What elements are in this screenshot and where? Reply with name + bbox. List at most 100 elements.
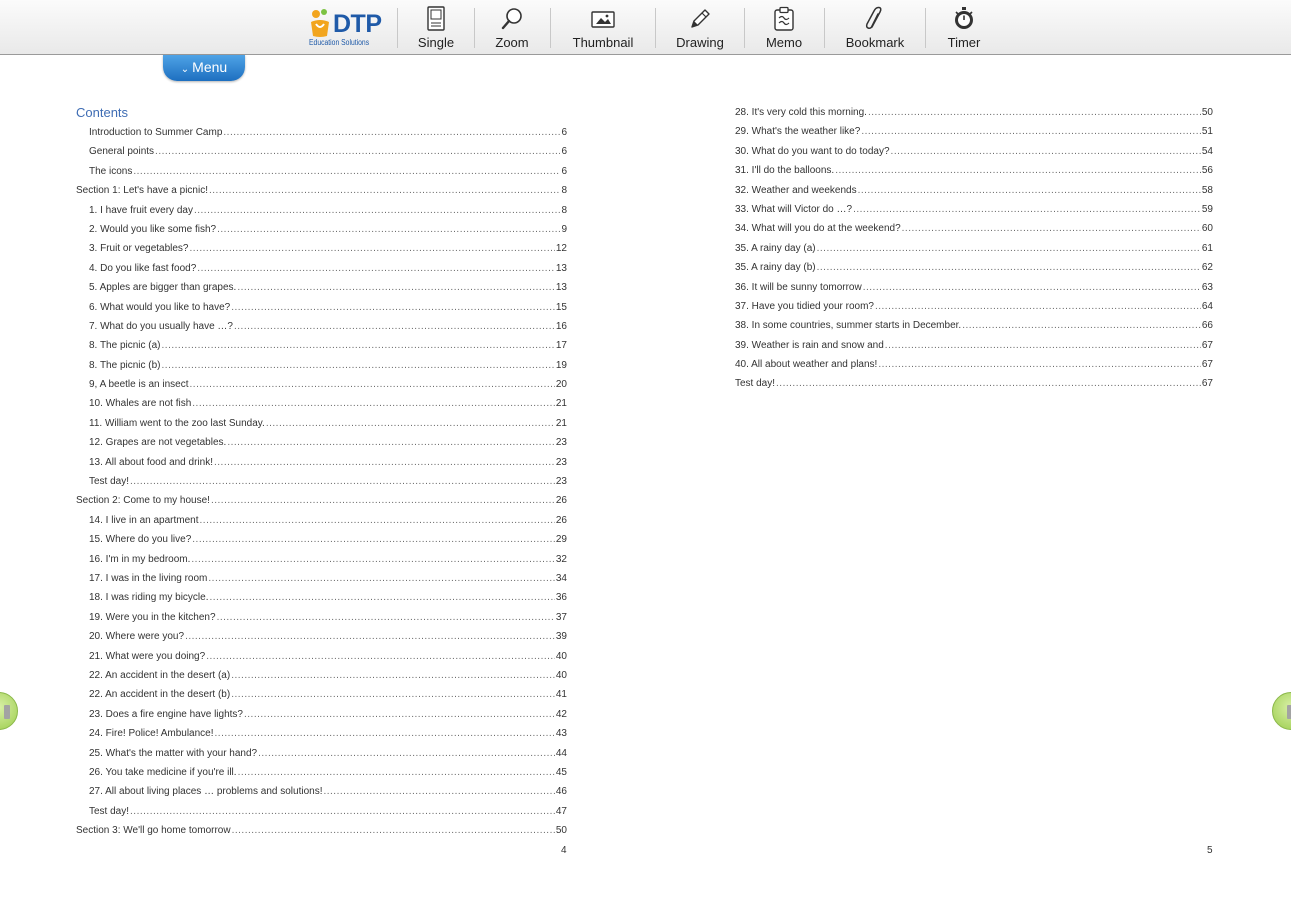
toc-entry[interactable]: 21. What were you doing? 40: [76, 647, 567, 666]
toc-entry-title: 32. Weather and weekends: [735, 184, 857, 196]
toc-entry-page: 62: [1201, 262, 1213, 274]
toc-dot-leader: [217, 220, 560, 239]
toc-entry[interactable]: 39. Weather is rain and snow and 67: [735, 336, 1213, 355]
toc-entry[interactable]: 15. Where do you live? 29: [76, 530, 567, 549]
toc-entry[interactable]: 17. I was in the living room 34: [76, 569, 567, 588]
bookmark-button[interactable]: Bookmark: [840, 4, 910, 52]
single-page-button[interactable]: Single: [410, 4, 462, 52]
toc-dot-leader: [209, 181, 560, 200]
next-page-button[interactable]: [1272, 692, 1291, 730]
toc-entry[interactable]: 5. Apples are bigger than grapes. 13: [76, 278, 567, 297]
toc-entry[interactable]: 31. I'll do the balloons. 56: [735, 161, 1213, 180]
toc-entry-page: 47: [555, 805, 567, 817]
toc-entry[interactable]: 10. Whales are not fish 21: [76, 394, 567, 413]
toc-entry[interactable]: 14. I live in an apartment 26: [76, 511, 567, 530]
toc-entry[interactable]: 25. What's the matter with your hand? 44: [76, 744, 567, 763]
toc-entry[interactable]: 22. An accident in the desert (b) 41: [76, 685, 567, 704]
toc-entry[interactable]: 22. An accident in the desert (a) 40: [76, 666, 567, 685]
toc-dot-leader: [244, 705, 555, 724]
toc-entry-page: 9: [561, 223, 567, 235]
toc-entry[interactable]: Test day! 47: [76, 802, 567, 821]
toc-entry[interactable]: 2. Would you like some fish? 9: [76, 220, 567, 239]
toc-entry[interactable]: 18. I was riding my bicycle. 36: [76, 588, 567, 607]
toc-entry[interactable]: 35. A rainy day (a) 61: [735, 239, 1213, 258]
toc-entry[interactable]: 30. What do you want to do today? 54: [735, 142, 1213, 161]
toc-entry[interactable]: Test day! 67: [735, 374, 1213, 393]
toc-entry[interactable]: Section 2: Come to my house! 26: [76, 491, 567, 510]
toc-dot-leader: [191, 550, 554, 569]
toc-entry-page: 26: [555, 495, 567, 507]
toc-entry[interactable]: 7. What do you usually have …? 16: [76, 317, 567, 336]
toc-entry-page: 42: [555, 708, 567, 720]
toc-dot-leader: [190, 239, 555, 258]
toc-dot-leader: [185, 627, 555, 646]
toc-entry-title: 8. The picnic (a): [89, 340, 161, 352]
toc-entry[interactable]: Section 3: We'll go home tomorrow 50: [76, 821, 567, 840]
toc-entry[interactable]: 40. All about weather and plans! 67: [735, 355, 1213, 374]
timer-button[interactable]: Timer: [942, 4, 986, 52]
toc-entry[interactable]: 4. Do you like fast food? 13: [76, 259, 567, 278]
toc-entry-title: 28. It's very cold this morning.: [735, 107, 867, 118]
toc-dot-leader: [875, 297, 1201, 316]
toc-dot-leader: [238, 763, 555, 782]
toc-dot-leader: [210, 588, 555, 607]
single-page-icon: [427, 6, 445, 31]
toc-entry[interactable]: 36. It will be sunny tomorrow 63: [735, 278, 1213, 297]
toc-entry[interactable]: The icons 6: [76, 162, 567, 181]
toc-entry[interactable]: 16. I'm in my bedroom. 32: [76, 550, 567, 569]
toc-entry-title: 36. It will be sunny tomorrow: [735, 281, 862, 293]
previous-page-button[interactable]: [0, 692, 18, 730]
toc-entry-page: 6: [561, 165, 567, 177]
stopwatch-icon: [955, 7, 973, 29]
toc-dot-leader: [223, 123, 560, 142]
toc-entry[interactable]: 28. It's very cold this morning. 50: [735, 103, 1213, 122]
toc-entry[interactable]: 32. Weather and weekends 58: [735, 181, 1213, 200]
toc-entry-title: 9, A beetle is an insect: [89, 379, 189, 391]
toc-entry-title: 19. Were you in the kitchen?: [89, 611, 216, 623]
logo-figure-icon: [311, 9, 329, 37]
toc-dot-leader: [817, 258, 1201, 277]
toc-dot-leader: [885, 336, 1201, 355]
toc-entry-title: Introduction to Summer Camp: [89, 127, 223, 138]
toc-entry[interactable]: 9, A beetle is an insect 20: [76, 375, 567, 394]
toc-entry[interactable]: 6. What would you like to have? 15: [76, 298, 567, 317]
toc-entry-page: 13: [555, 282, 567, 294]
zoom-button[interactable]: Zoom: [488, 4, 536, 52]
toc-entry-page: 46: [555, 786, 567, 798]
toolbar-divider: [474, 8, 475, 48]
toc-entry-title: 31. I'll do the balloons.: [735, 165, 835, 177]
toc-dot-leader: [835, 161, 1201, 180]
toolbar-divider: [655, 8, 656, 48]
toc-entry[interactable]: 3. Fruit or vegetables? 12: [76, 239, 567, 258]
toc-entry[interactable]: 38. In some countries, summer starts in …: [735, 316, 1213, 335]
drawing-button[interactable]: Drawing: [672, 4, 728, 52]
toc-entry[interactable]: 34. What will you do at the weekend? 60: [735, 219, 1213, 238]
toc-entry[interactable]: 35. A rainy day (b) 62: [735, 258, 1213, 277]
toc-entry[interactable]: 1. I have fruit every day 8: [76, 201, 567, 220]
toc-entry[interactable]: 8. The picnic (a) 17: [76, 336, 567, 355]
toc-entry[interactable]: 24. Fire! Police! Ambulance! 43: [76, 724, 567, 743]
toc-entry-title: Section 3: We'll go home tomorrow: [76, 825, 231, 837]
toc-entry[interactable]: 11. William went to the zoo last Sunday.…: [76, 414, 567, 433]
toc-entry[interactable]: General points 6: [76, 142, 567, 161]
toc-entry-title: 6. What would you like to have?: [89, 301, 231, 313]
toc-entry[interactable]: 23. Does a fire engine have lights? 42: [76, 705, 567, 724]
toc-entry[interactable]: 27. All about living places … problems a…: [76, 782, 567, 801]
toc-entry[interactable]: 12. Grapes are not vegetables. 23: [76, 433, 567, 452]
toc-entry[interactable]: Introduction to Summer Camp 6: [76, 123, 567, 142]
memo-button[interactable]: Memo: [762, 4, 806, 52]
toc-entry-title: General points: [89, 146, 155, 158]
toc-entry[interactable]: 29. What's the weather like? 51: [735, 122, 1213, 141]
toc-entry[interactable]: 20. Where were you? 39: [76, 627, 567, 646]
toc-entry[interactable]: 13. All about food and drink! 23: [76, 453, 567, 472]
toc-entry[interactable]: 19. Were you in the kitchen? 37: [76, 608, 567, 627]
toc-entry[interactable]: Section 1: Let's have a picnic! 8: [76, 181, 567, 200]
toc-entry[interactable]: 33. What will Victor do …? 59: [735, 200, 1213, 219]
toc-entry[interactable]: 26. You take medicine if you're ill. 45: [76, 763, 567, 782]
toc-entry[interactable]: Test day! 23: [76, 472, 567, 491]
menu-button[interactable]: ⌄ Menu: [163, 55, 245, 81]
thumbnail-button[interactable]: Thumbnail: [567, 4, 639, 52]
toc-entry[interactable]: 37. Have you tidied your room? 64: [735, 297, 1213, 316]
toc-entry-page: 37: [555, 611, 567, 623]
toc-entry[interactable]: 8. The picnic (b) 19: [76, 356, 567, 375]
